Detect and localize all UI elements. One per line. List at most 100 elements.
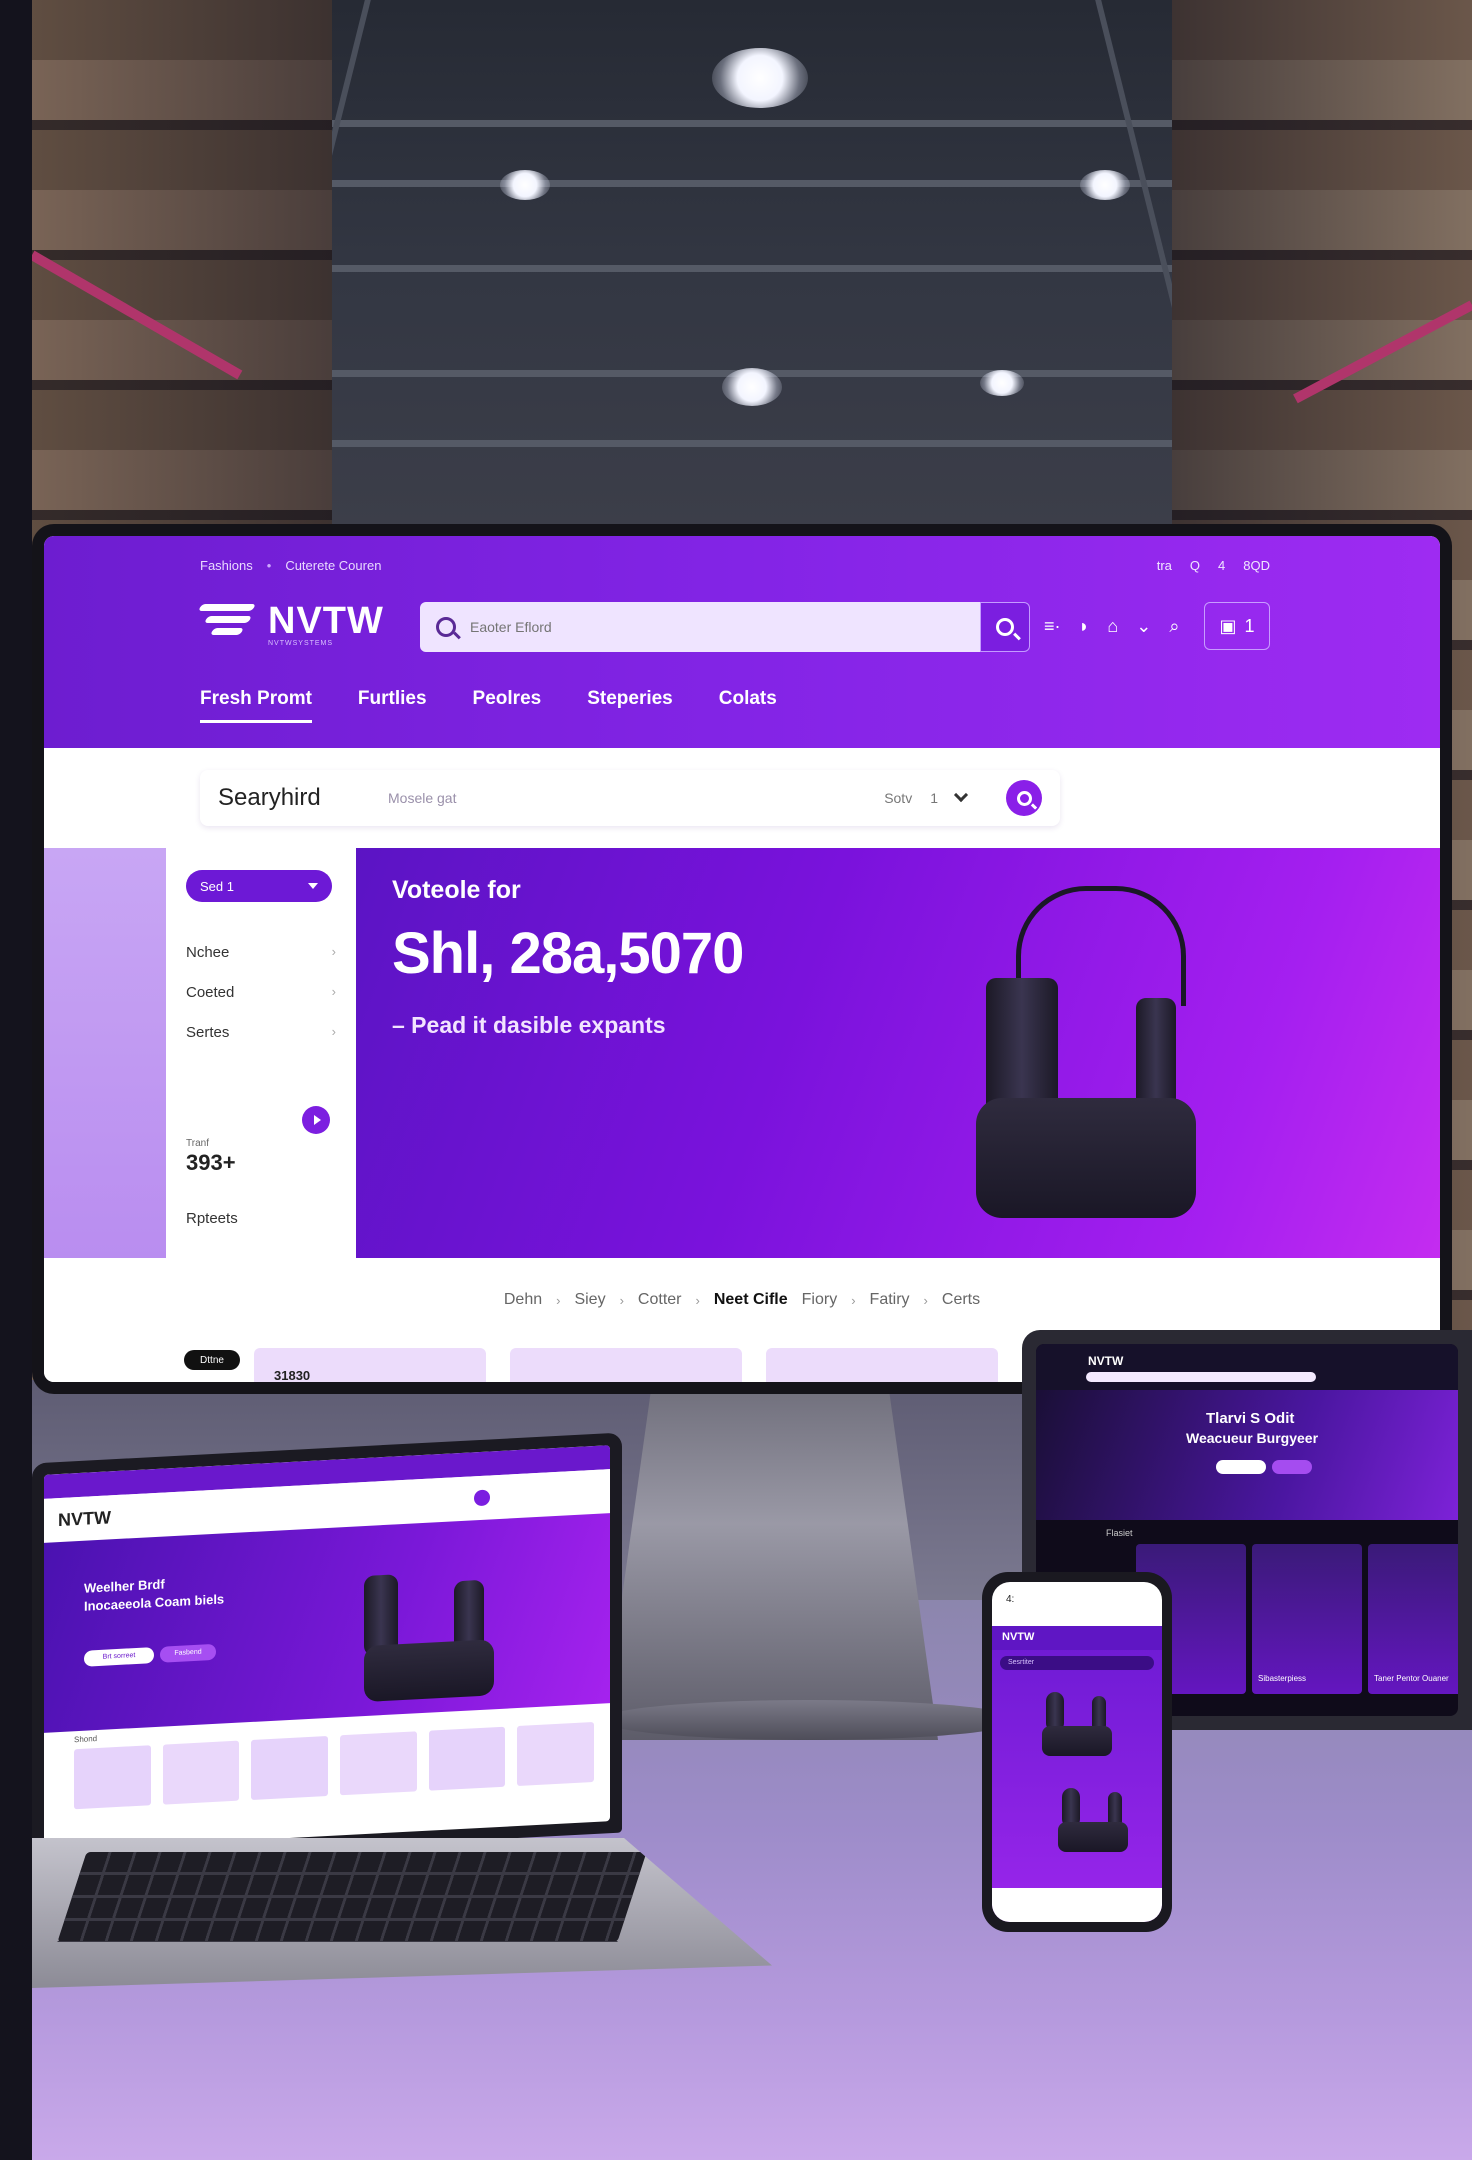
chevron-right-icon: › [331, 944, 336, 959]
sort-value: 1 [930, 790, 938, 806]
phone-screen: 4: NVTW Sesrtiter [992, 1582, 1162, 1922]
laptop-product-card[interactable] [74, 1745, 151, 1810]
topbar-utility[interactable]: 8QD [1243, 558, 1270, 573]
search-input[interactable] [470, 619, 910, 635]
play-button[interactable] [302, 1106, 330, 1134]
laptop-search-button[interactable] [474, 1489, 490, 1507]
hero-kicker: Voteole for [392, 876, 521, 904]
chevron-down-icon [953, 787, 969, 803]
product-card[interactable]: 31830 [254, 1348, 486, 1382]
header-icons: ≡· ◗ ⌂ ⌄ ⌕ [1044, 616, 1179, 637]
nav-tab-peolres[interactable]: Peolres [473, 688, 542, 723]
hero-banner: Voteole for Shl, 28a,5070 – Pead it dasi… [356, 848, 1440, 1258]
search-bar [420, 602, 980, 652]
brand-tagline: NVTWSYSTEMS [268, 640, 334, 647]
topbar-link[interactable]: Fashions [200, 558, 253, 573]
laptop-hero: Weelher Brdf Inocaeeola Coam biels Brt s… [44, 1513, 610, 1733]
laptop-product-card[interactable] [428, 1726, 506, 1791]
ceiling-lamp [722, 368, 782, 406]
laptop-section-label: Shond [74, 1734, 98, 1745]
monitor-screen: Fashions • Cuterete Couren tra Q 4 8QD N… [44, 536, 1440, 1382]
topbar-utilities: tra Q 4 8QD [1157, 558, 1270, 573]
hero-title: Shl, 28a,5070 [392, 921, 744, 986]
product-card[interactable] [510, 1348, 742, 1382]
sidebar-item-label: Coeted [186, 984, 235, 1001]
topbar-separator: • [266, 558, 272, 573]
breadcrumb-item[interactable]: Certs [942, 1291, 980, 1309]
tablet-section-label: Flasiet [1106, 1528, 1133, 1538]
breadcrumb-item[interactable]: Siey [574, 1291, 605, 1309]
laptop-device: NVTW Weelher Brdf Inocaeeola Coam biels … [32, 1432, 622, 1864]
topbar-utility[interactable]: tra [1157, 558, 1172, 573]
product-image [1048, 1778, 1138, 1858]
filter-title: Searyhird [218, 784, 321, 811]
filter-input[interactable]: Mosele gat [388, 790, 884, 806]
tablet-cta-button[interactable] [1216, 1460, 1266, 1474]
laptop-secondary-button[interactable]: Fasbend [160, 1643, 216, 1663]
search-button[interactable] [980, 602, 1030, 652]
nav-tab-steperies[interactable]: Steperies [587, 688, 673, 723]
reports-link[interactable]: Rpteets [186, 1210, 238, 1227]
nav-tab-colats[interactable]: Colats [719, 688, 777, 723]
search-icon [436, 617, 456, 637]
laptop-product-card[interactable] [517, 1722, 595, 1787]
filter-panel: Searyhird Mosele gat Sotv 1 [200, 770, 1060, 826]
laptop-hero-line2: Inocaeeola Coam biels [84, 1591, 225, 1614]
sidebar-item[interactable]: Nchee › [186, 944, 336, 961]
side-accent-panel [44, 848, 166, 1258]
lock-icon[interactable]: ⌂ [1107, 616, 1118, 637]
ceiling-lamp [712, 48, 808, 108]
laptop-product-card[interactable] [251, 1735, 329, 1800]
sidebar-item-label: Sertes [186, 1024, 230, 1041]
tablet-brand: NVTW [1088, 1354, 1124, 1368]
wishlist-icon[interactable]: ⌕ [1169, 616, 1179, 637]
product-badge: Dttne [184, 1350, 240, 1370]
logo-mark-icon [197, 600, 258, 642]
tablet-hero-line2: Weacueur Burgyeer [1186, 1430, 1319, 1446]
ceiling-lamp [980, 370, 1024, 396]
search-icon [996, 618, 1014, 636]
warehouse-scene: Fashions • Cuterete Couren tra Q 4 8QD N… [0, 0, 1472, 2160]
tablet-product-card[interactable]: Taner Pentor Ouaner [1368, 1544, 1458, 1694]
filter-search-button[interactable] [1006, 780, 1042, 816]
category-sidebar: Sed 1 Nchee › Coeted › Sertes › Tranf 39… [166, 848, 356, 1258]
tablet-product-card[interactable]: Sibasterpiess [1252, 1544, 1362, 1694]
tablet-search-input[interactable] [1086, 1372, 1316, 1382]
user-icon[interactable]: ≡· [1044, 616, 1061, 637]
topbar-utility[interactable]: Q [1190, 558, 1200, 573]
stat-value: 393+ [186, 1150, 236, 1175]
breadcrumb-item[interactable]: Fiory [802, 1291, 838, 1309]
laptop-primary-button[interactable]: Brt sorreet [84, 1647, 154, 1667]
tablet-secondary-button[interactable] [1272, 1460, 1312, 1474]
chevron-down-icon[interactable]: ⌄ [1136, 616, 1151, 637]
bell-icon[interactable]: ◗ [1079, 616, 1090, 637]
breadcrumb-item[interactable]: Dehn [504, 1291, 542, 1309]
sidebar-select[interactable]: Sed 1 [186, 870, 332, 902]
left-frame-edge [0, 0, 32, 2160]
nav-tab-furtlies[interactable]: Furtlies [358, 688, 427, 723]
phone-device: 4: NVTW Sesrtiter [982, 1572, 1172, 1932]
nav-tab-fresh-promt[interactable]: Fresh Promt [200, 688, 312, 723]
tablet-hero-line1: Tlarvi S Odit [1206, 1410, 1295, 1427]
breadcrumb-separator: › [851, 1292, 856, 1308]
breadcrumb-item[interactable]: Cotter [638, 1291, 682, 1309]
topbar-link[interactable]: Cuterete Couren [285, 558, 381, 573]
tablet-product-caption: Taner Pentor Ouaner [1374, 1674, 1449, 1683]
breadcrumb-item-current[interactable]: Neet Cifle [714, 1291, 788, 1309]
product-card[interactable] [766, 1348, 998, 1382]
laptop-keyboard-rows [57, 1852, 647, 1942]
search-icon [1016, 790, 1032, 806]
sort-dropdown[interactable]: Sotv 1 [884, 787, 969, 806]
topbar-utility[interactable]: 4 [1218, 558, 1225, 573]
laptop-product-card[interactable] [162, 1740, 240, 1805]
sidebar-item[interactable]: Coeted › [186, 984, 336, 1001]
phone-search-input[interactable]: Sesrtiter [1000, 1656, 1154, 1670]
laptop-product-card[interactable] [340, 1731, 417, 1796]
breadcrumb-item[interactable]: Fatiry [870, 1291, 910, 1309]
phone-bottom-nav [992, 1888, 1162, 1922]
sidebar-item[interactable]: Sertes › [186, 1024, 336, 1041]
brand-logo[interactable]: NVTW NVTWSYSTEMS [197, 600, 384, 647]
chevron-right-icon: › [331, 1024, 336, 1039]
cart-button[interactable]: ▣ 1 [1204, 602, 1270, 650]
laptop-screen: NVTW Weelher Brdf Inocaeeola Coam biels … [44, 1445, 610, 1851]
